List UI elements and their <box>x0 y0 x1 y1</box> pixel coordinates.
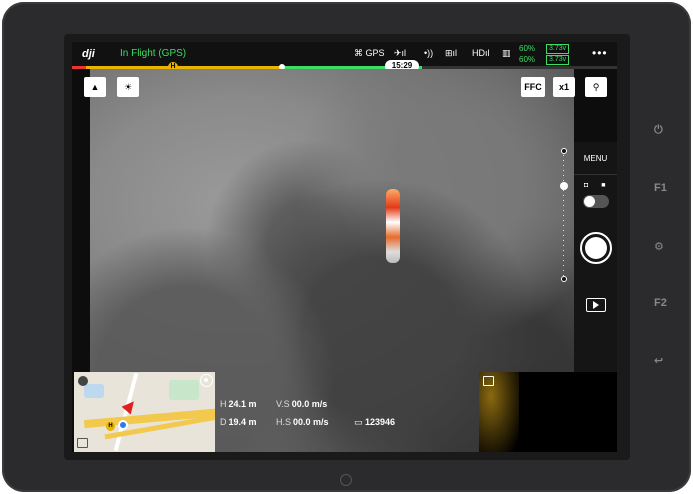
palette-icon[interactable]: ▲ <box>84 77 106 97</box>
app-screen: dji In Flight (GPS) ⌘ GPS ✈︎ıl •)) ⊞ıl H… <box>72 42 617 452</box>
horizontal-speed-readout: H.S 00.0 m/s <box>276 417 329 427</box>
gimbal-icon[interactable]: ⚲ <box>585 77 607 97</box>
playback-icon[interactable] <box>586 298 606 312</box>
map-park <box>169 380 199 400</box>
recenter-icon[interactable] <box>200 374 213 387</box>
thermal-hotspot-person <box>386 189 400 263</box>
slider-track <box>563 150 564 280</box>
dji-logo[interactable]: dji <box>82 48 95 60</box>
camera-panel: MENU ◘ ■ <box>574 142 617 372</box>
home-button[interactable] <box>340 474 352 486</box>
vertical-speed-readout: V.S 00.0 m/s <box>276 399 328 409</box>
photo-icon: ◘ <box>584 182 589 189</box>
f1-button[interactable]: F1 <box>654 182 667 194</box>
storage-icon: ▭ <box>354 417 366 427</box>
map-water <box>84 384 104 398</box>
shutter-button[interactable] <box>580 232 612 264</box>
signal-bars-icon: ıl <box>485 48 490 58</box>
satellite-icon: ⌘ <box>354 48 363 58</box>
shutter-inner <box>585 237 607 259</box>
battery-icon: ▥ <box>502 48 511 58</box>
mini-map[interactable]: H <box>74 372 215 452</box>
video-icon: ■ <box>601 182 606 189</box>
battery-voltage-1: 3.73v <box>546 44 570 54</box>
back-icon[interactable]: ↩ <box>654 354 663 367</box>
bar-critical-segment <box>72 66 86 69</box>
home-point-icon: H <box>106 422 115 431</box>
battery-percent-1: 60% <box>519 44 536 53</box>
toggle-knob <box>584 196 595 207</box>
power-icon[interactable]: ⏻ <box>654 124 663 137</box>
menu-button[interactable]: MENU <box>574 150 617 168</box>
f2-button[interactable]: F2 <box>654 297 667 309</box>
flight-status[interactable]: In Flight (GPS) <box>120 48 186 59</box>
remote-signal-icon[interactable]: ✈︎ıl <box>394 48 406 59</box>
battery-voltage-2: 3.73v <box>546 55 570 65</box>
hd-signal[interactable]: HDıl <box>472 48 490 58</box>
battery-percent-2: 60% <box>519 55 536 64</box>
hd-label: HD <box>472 48 485 58</box>
compass-icon[interactable] <box>78 376 88 386</box>
zoom-button[interactable]: x1 <box>553 77 575 97</box>
slider-max-marker <box>561 148 567 154</box>
record-counter: ▭ 123946 <box>354 417 396 427</box>
gps-label: GPS <box>365 48 385 58</box>
distance-readout: D 19.4 m <box>220 417 257 427</box>
settings-icon[interactable]: ⚙ <box>654 240 664 253</box>
height-readout: H 24.1 m <box>220 399 257 409</box>
wifi-signal-icon: •)) <box>424 48 434 58</box>
gps-status[interactable]: ⌘ GPS <box>354 48 385 59</box>
map-road <box>113 372 139 452</box>
pilot-location-icon <box>118 420 128 430</box>
swap-view-icon[interactable] <box>483 376 494 386</box>
ffc-button[interactable]: FFC <box>521 77 545 97</box>
slider-min-marker <box>561 276 567 282</box>
secondary-camera-pip[interactable] <box>479 372 617 452</box>
light-bulb-icon[interactable]: ☀ <box>117 77 139 97</box>
more-button[interactable]: ••• <box>592 46 608 60</box>
photo-video-toggle[interactable] <box>583 195 609 208</box>
rc-signal-icon: ⊞ıl <box>445 48 458 58</box>
status-bar: dji In Flight (GPS) ⌘ GPS ✈︎ıl •)) ⊞ıl H… <box>72 42 617 66</box>
mode-icons: ◘ ■ <box>584 182 605 189</box>
slider-handle[interactable] <box>560 182 568 190</box>
zoom-slider[interactable] <box>560 148 568 282</box>
panel-divider <box>574 174 617 175</box>
swap-view-icon[interactable] <box>77 438 88 448</box>
